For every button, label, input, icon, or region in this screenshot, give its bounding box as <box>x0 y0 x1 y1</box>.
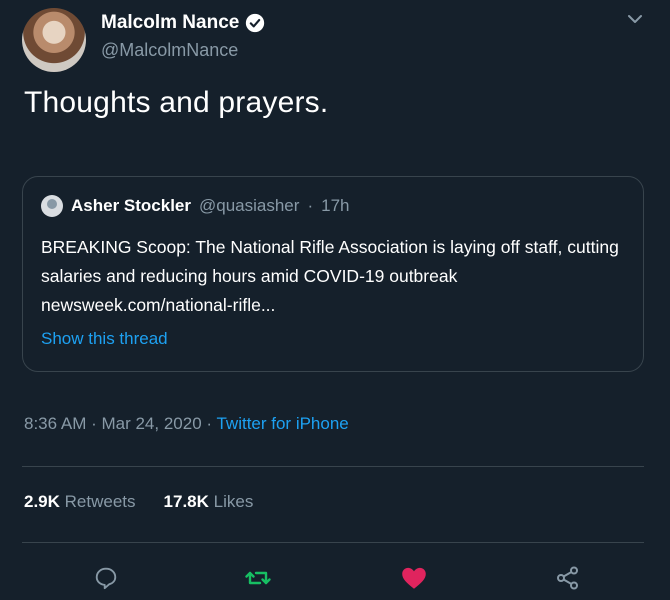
quoted-tweet-header: Asher Stockler @quasiasher · 17h <box>41 195 349 217</box>
tweet-text: Thoughts and prayers. <box>24 86 329 119</box>
author-handle[interactable]: @MalcolmNance <box>101 40 265 61</box>
tweet-source-link[interactable]: Twitter for iPhone <box>216 414 348 433</box>
quoted-timestamp: 17h <box>321 196 350 215</box>
stats-row: 2.9K Retweets 17.8K Likes <box>24 492 253 512</box>
author-block: Malcolm Nance @MalcolmNance <box>101 12 265 61</box>
quoted-avatar <box>41 195 63 217</box>
display-name-row: Malcolm Nance <box>101 12 265 34</box>
tweet-detail: Malcolm Nance @MalcolmNance Thoughts and… <box>0 0 670 600</box>
chevron-down-icon[interactable] <box>626 10 644 28</box>
heart-icon[interactable] <box>398 562 430 594</box>
likes-count: 17.8K <box>163 492 209 511</box>
quoted-separator: · <box>307 196 314 215</box>
author-display-name[interactable]: Malcolm Nance <box>101 12 239 34</box>
quoted-tweet-card[interactable]: Asher Stockler @quasiasher · 17h BREAKIN… <box>22 176 644 372</box>
retweets-count: 2.9K <box>24 492 60 511</box>
tweet-meta-row: 8:36 AM · Mar 24, 2020 · Twitter for iPh… <box>24 414 349 434</box>
retweet-icon[interactable] <box>242 562 274 594</box>
tweet-timestamp[interactable]: 8:36 AM · Mar 24, 2020 <box>24 414 202 433</box>
reply-icon[interactable] <box>90 562 122 594</box>
quoted-tweet-text: BREAKING Scoop: The National Rifle Assoc… <box>41 237 619 315</box>
likes-label: Likes <box>213 492 254 511</box>
retweets-label: Retweets <box>64 492 136 511</box>
divider <box>22 542 644 543</box>
quoted-display-name: Asher Stockler <box>71 196 191 215</box>
retweets-stat[interactable]: 2.9K Retweets <box>24 492 136 512</box>
quoted-handle: @quasiasher <box>199 196 300 215</box>
likes-stat[interactable]: 17.8K Likes <box>164 492 254 512</box>
action-bar <box>0 558 670 600</box>
avatar[interactable] <box>22 8 86 72</box>
meta-separator: · <box>201 414 217 433</box>
verified-badge-icon <box>245 13 265 33</box>
divider <box>22 466 644 467</box>
show-thread-link[interactable]: Show this thread <box>41 329 168 349</box>
share-icon[interactable] <box>552 562 584 594</box>
